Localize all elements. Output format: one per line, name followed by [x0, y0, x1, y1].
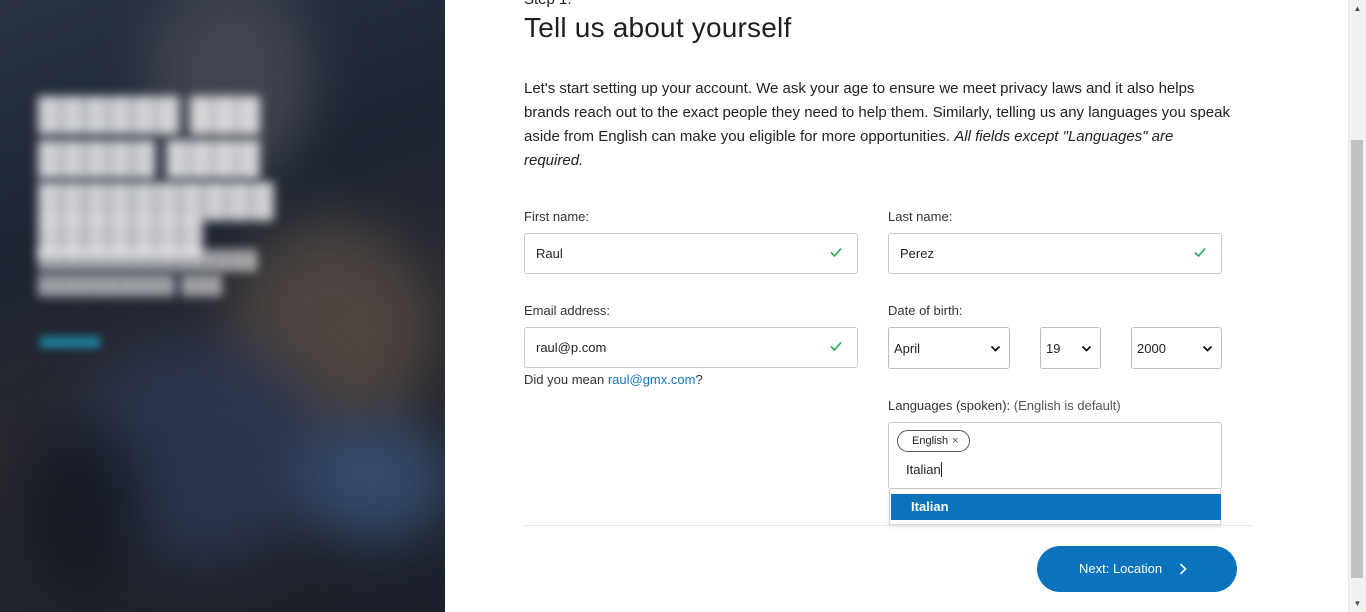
last-name-field[interactable]: Perez	[888, 233, 1222, 274]
languages-suggestions: Italian	[889, 489, 1221, 525]
dob-year-value: 2000	[1137, 341, 1166, 356]
dob-day-value: 19	[1046, 341, 1061, 356]
text-caret	[940, 462, 942, 477]
languages-label-text: Languages (spoken):	[888, 398, 1011, 413]
chevron-down-icon	[1202, 345, 1213, 352]
language-tag-english: English ×	[897, 430, 970, 452]
first-name-value: Raul	[536, 246, 563, 261]
divider	[524, 525, 1252, 526]
languages-typed-value: Italian	[906, 462, 941, 477]
scroll-up-icon[interactable]: ▲	[1349, 0, 1366, 17]
email-value: raul@p.com	[536, 340, 607, 355]
intro-text: Let's start setting up your account. We …	[524, 77, 1234, 173]
last-name-value: Perez	[900, 246, 934, 261]
scrollbar-thumb[interactable]	[1351, 140, 1363, 578]
email-suggestion-suffix: ?	[695, 372, 703, 387]
check-icon	[830, 247, 842, 258]
next-location-button[interactable]: Next: Location	[1037, 546, 1237, 592]
languages-label: Languages (spoken): (English is default)	[888, 398, 1121, 413]
language-tag-label: English	[912, 435, 949, 447]
hero-image: ██████ ███ █████ ████ ██████████ ███████…	[0, 0, 445, 612]
close-icon[interactable]: ×	[952, 435, 958, 447]
email-suggestion-prefix: Did you mean	[524, 372, 608, 387]
languages-input[interactable]: English × Italian	[888, 422, 1222, 489]
email-suggestion-link[interactable]: raul@gmx.com	[608, 372, 696, 387]
scrollbar[interactable]: ▲ ▼	[1348, 0, 1366, 612]
languages-hint: (English is default)	[1013, 398, 1121, 413]
check-icon	[830, 341, 842, 352]
dob-year-select[interactable]: 2000	[1131, 327, 1222, 369]
page-title: Tell us about yourself	[524, 12, 792, 43]
step-indicator: Step 1:	[524, 0, 572, 8]
check-icon	[1194, 247, 1206, 258]
next-button-label: Next: Location	[1079, 561, 1163, 576]
languages-typed-text[interactable]: Italian	[906, 462, 942, 477]
email-label: Email address:	[524, 303, 610, 318]
email-suggestion: Did you mean raul@gmx.com?	[524, 372, 703, 387]
dob-label: Date of birth:	[888, 303, 963, 318]
scroll-down-icon[interactable]: ▼	[1349, 595, 1366, 612]
chevron-right-icon	[1179, 563, 1187, 575]
suggestion-item-italian[interactable]: Italian	[891, 494, 1221, 520]
dob-month-value: April	[894, 341, 921, 356]
first-name-label: First name:	[524, 209, 590, 224]
dob-day-select[interactable]: 19	[1040, 327, 1101, 369]
chevron-down-icon	[1081, 345, 1092, 352]
last-name-label: Last name:	[888, 209, 953, 224]
first-name-field[interactable]: Raul	[524, 233, 858, 274]
dob-month-select[interactable]: April	[888, 327, 1010, 369]
email-field[interactable]: raul@p.com	[524, 327, 858, 368]
chevron-down-icon	[990, 345, 1001, 352]
